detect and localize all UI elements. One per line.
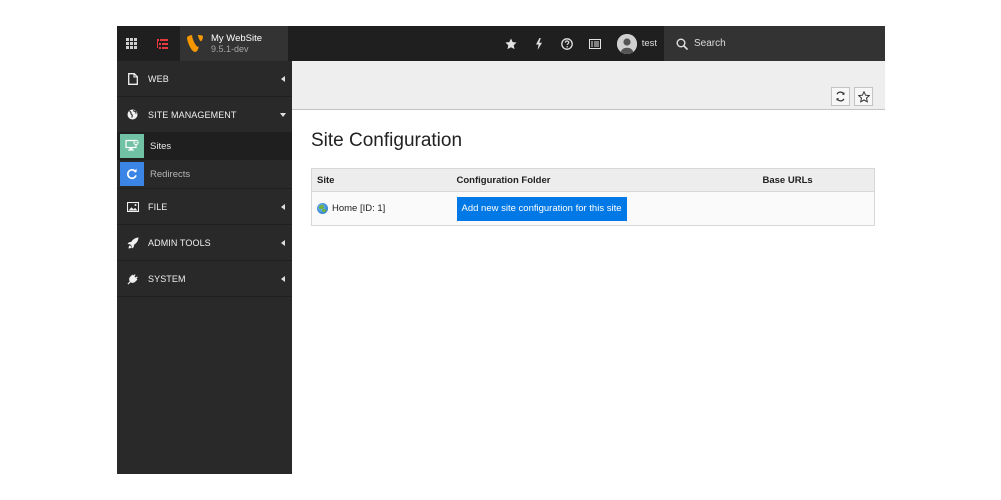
user-menu-button[interactable]: test bbox=[609, 26, 664, 61]
module-menu: WEB SITE MANAGEMENT Sites Redirects FILE… bbox=[117, 61, 292, 474]
sites-module-icon-tile bbox=[120, 134, 144, 158]
typo3-backend: My WebSite 9.5.1-dev test Search WEB SIT… bbox=[117, 26, 885, 474]
caret-left-icon bbox=[281, 239, 285, 246]
redirect-icon bbox=[126, 168, 137, 180]
star-icon bbox=[505, 38, 517, 49]
typo3-version: 9.5.1-dev bbox=[211, 44, 249, 54]
reload-button[interactable] bbox=[831, 87, 850, 106]
search-icon bbox=[676, 38, 688, 50]
caret-left-icon bbox=[281, 203, 285, 210]
site-cell: Home [ID: 1] bbox=[311, 191, 452, 226]
module-item-sites[interactable]: Sites bbox=[117, 132, 292, 160]
module-group-label: FILE bbox=[148, 201, 168, 212]
module-group-admin-tools: ADMIN TOOLS bbox=[117, 225, 292, 261]
module-group-label: WEB bbox=[148, 73, 169, 84]
refresh-icon bbox=[836, 91, 845, 102]
module-group-label: ADMIN TOOLS bbox=[148, 237, 211, 248]
module-group-label: SYSTEM bbox=[148, 273, 186, 284]
module-group-file-toggle[interactable]: FILE bbox=[117, 189, 292, 224]
column-header-site: Site bbox=[311, 168, 452, 192]
module-group-site-management-toggle[interactable]: SITE MANAGEMENT bbox=[117, 97, 292, 132]
site-globe-icon bbox=[317, 203, 328, 214]
caret-down-icon bbox=[280, 112, 286, 117]
apps-icon bbox=[126, 38, 137, 49]
site-name-label: Home [ID: 1] bbox=[332, 203, 386, 214]
module-item-label: Sites bbox=[150, 140, 172, 152]
clear-cache-button[interactable] bbox=[525, 26, 553, 61]
site-configuration-table: Site Configuration Folder Base URLs Home… bbox=[311, 168, 875, 226]
avatar bbox=[616, 33, 637, 54]
bolt-icon bbox=[535, 37, 542, 50]
module-content: Site Configuration Site Configuration Fo… bbox=[292, 61, 885, 474]
module-group-web: WEB bbox=[117, 61, 292, 97]
redirects-module-icon-tile bbox=[120, 162, 144, 186]
user-name: test bbox=[641, 38, 657, 49]
plug-icon bbox=[127, 273, 138, 284]
typo3-logo-icon bbox=[187, 35, 203, 52]
shortcut-button[interactable] bbox=[854, 87, 873, 106]
pagetree-icon bbox=[157, 38, 168, 49]
rocket-icon bbox=[127, 237, 138, 248]
file-icon bbox=[127, 72, 138, 85]
system-info-button[interactable] bbox=[581, 26, 609, 61]
help-button[interactable] bbox=[553, 26, 581, 61]
image-icon bbox=[126, 201, 139, 212]
search-field[interactable]: Search bbox=[664, 26, 885, 61]
module-item-redirects[interactable]: Redirects bbox=[117, 160, 292, 188]
module-group-site-management: SITE MANAGEMENT Sites Redirects bbox=[117, 97, 292, 189]
add-site-configuration-button[interactable]: Add new site configuration for this site bbox=[456, 196, 627, 221]
module-group-system: SYSTEM bbox=[117, 261, 292, 297]
site-name: My WebSite bbox=[211, 33, 263, 44]
column-header-configuration-folder: Configuration Folder bbox=[451, 168, 758, 192]
top-bar: My WebSite 9.5.1-dev test Search bbox=[117, 26, 885, 61]
module-menu-toggle[interactable] bbox=[117, 26, 146, 61]
pagetree-toggle[interactable] bbox=[149, 26, 176, 61]
site-logo-area[interactable]: My WebSite 9.5.1-dev bbox=[180, 26, 288, 61]
system-info-icon bbox=[588, 38, 601, 49]
globe-icon bbox=[127, 109, 138, 120]
module-item-label: Redirects bbox=[150, 168, 191, 180]
module-group-file: FILE bbox=[117, 189, 292, 225]
module-group-system-toggle[interactable]: SYSTEM bbox=[117, 261, 292, 296]
table-header-row: Site Configuration Folder Base URLs bbox=[311, 168, 875, 192]
module-group-admin-tools-toggle[interactable]: ADMIN TOOLS bbox=[117, 225, 292, 260]
base-urls-cell bbox=[757, 191, 875, 226]
doc-header bbox=[292, 61, 885, 110]
module-group-web-toggle[interactable]: WEB bbox=[117, 61, 292, 96]
page-title: Site Configuration bbox=[311, 130, 463, 151]
caret-left-icon bbox=[281, 75, 285, 82]
toolbar-right: test Search bbox=[497, 26, 885, 61]
column-header-base-urls: Base URLs bbox=[757, 168, 875, 192]
bookmarks-button[interactable] bbox=[497, 26, 525, 61]
table-row: Home [ID: 1] Add new site configuration … bbox=[311, 191, 875, 226]
configuration-folder-cell: Add new site configuration for this site bbox=[451, 191, 758, 226]
user-avatar-icon bbox=[616, 33, 637, 54]
search-placeholder: Search bbox=[694, 38, 726, 49]
module-group-label: SITE MANAGEMENT bbox=[148, 109, 237, 120]
help-icon bbox=[560, 37, 573, 50]
bookmark-star-icon bbox=[857, 90, 870, 103]
caret-left-icon bbox=[281, 275, 285, 282]
sites-icon bbox=[125, 139, 139, 151]
